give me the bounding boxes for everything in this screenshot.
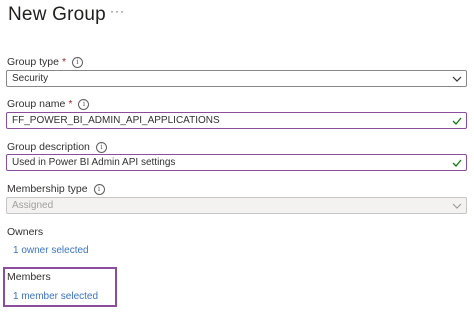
group-name-value: FF_POWER_BI_ADMIN_API_APPLICATIONS (12, 115, 220, 126)
owners-link[interactable]: 1 owner selected (13, 245, 89, 256)
group-description-value: Used in Power BI Admin API settings (12, 157, 176, 168)
chevron-down-icon (452, 198, 462, 213)
info-icon[interactable]: i (78, 98, 90, 110)
group-name-label: Group name (7, 98, 66, 110)
page-header: New Group (8, 0, 106, 30)
info-icon[interactable]: i (93, 183, 105, 195)
info-icon[interactable]: i (95, 141, 107, 153)
membership-type-value: Assigned (12, 200, 54, 211)
owners-label-row: Owners (7, 226, 43, 238)
group-description-label-row: Group description i (7, 141, 107, 153)
page-title: New Group (8, 4, 106, 25)
group-name-input[interactable]: FF_POWER_BI_ADMIN_API_APPLICATIONS (6, 112, 467, 129)
members-label-row: Members (7, 271, 51, 283)
checkmark-icon (452, 113, 462, 128)
more-icon[interactable]: ··· (110, 4, 125, 18)
group-description-label: Group description (7, 141, 90, 153)
members-label: Members (7, 271, 51, 283)
info-icon[interactable]: i (72, 56, 84, 68)
membership-type-label-row: Membership type i (7, 183, 105, 195)
membership-type-label: Membership type (7, 183, 88, 195)
members-link[interactable]: 1 member selected (13, 291, 98, 302)
membership-type-dropdown: Assigned (6, 197, 467, 214)
required-mark: * (68, 98, 73, 110)
group-type-label: Group type (7, 56, 59, 68)
group-type-value: Security (12, 73, 49, 84)
required-mark: * (61, 56, 67, 68)
owners-label: Owners (7, 226, 44, 238)
group-type-dropdown[interactable]: Security (6, 70, 467, 87)
group-description-input[interactable]: Used in Power BI Admin API settings (6, 154, 467, 171)
group-name-label-row: Group name * i (7, 98, 90, 110)
checkmark-icon (452, 155, 462, 170)
chevron-down-icon[interactable] (452, 71, 462, 86)
group-type-label-row: Group type * i (7, 56, 84, 68)
